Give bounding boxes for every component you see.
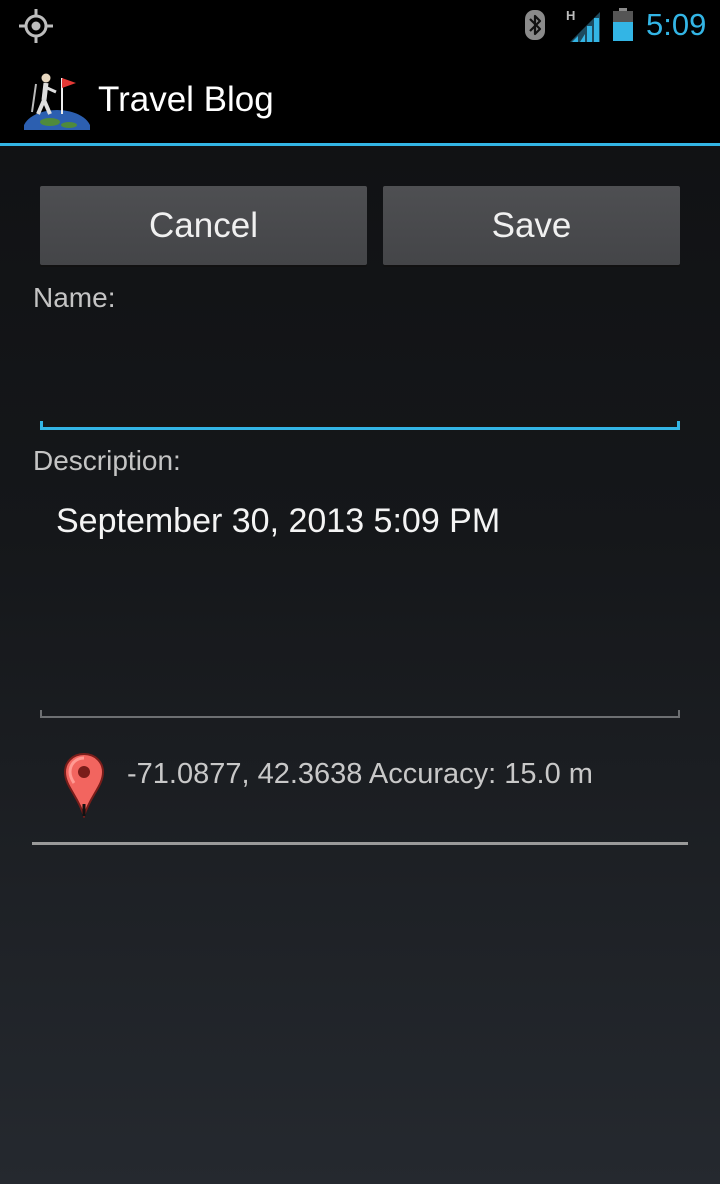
- signal-icon: H: [566, 8, 600, 42]
- app-title: Travel Blog: [98, 80, 274, 119]
- name-input-edge-right: [677, 421, 680, 430]
- bluetooth-icon: [525, 10, 545, 40]
- location-divider: [32, 842, 688, 845]
- name-input-edge-left: [40, 421, 43, 430]
- location-coordinates: -71.0877, 42.3638 Accuracy: 15.0 m: [127, 758, 593, 790]
- save-button[interactable]: Save: [383, 186, 680, 265]
- gps-icon: [19, 9, 53, 43]
- status-bar: H 5:09: [0, 0, 720, 50]
- name-input[interactable]: [40, 330, 680, 430]
- status-time: 5:09: [646, 7, 707, 42]
- location-row[interactable]: -71.0877, 42.3638 Accuracy: 15.0 m: [32, 740, 688, 845]
- cancel-button[interactable]: Cancel: [40, 186, 367, 265]
- action-bar-divider: [0, 143, 720, 146]
- description-input-underline: [40, 716, 680, 718]
- hiker-globe-icon[interactable]: [24, 70, 90, 130]
- network-type-label: H: [566, 8, 575, 23]
- name-input-underline: [40, 427, 680, 430]
- description-input-edge-left: [40, 710, 42, 718]
- description-input-edge-right: [678, 710, 680, 718]
- description-input-value: September 30, 2013 5:09 PM: [56, 502, 501, 540]
- battery-icon: [613, 8, 633, 41]
- description-label: Description:: [33, 445, 181, 476]
- name-label: Name:: [33, 282, 116, 313]
- description-input[interactable]: September 30, 2013 5:09 PM: [40, 490, 680, 718]
- map-pin-icon: [63, 752, 105, 818]
